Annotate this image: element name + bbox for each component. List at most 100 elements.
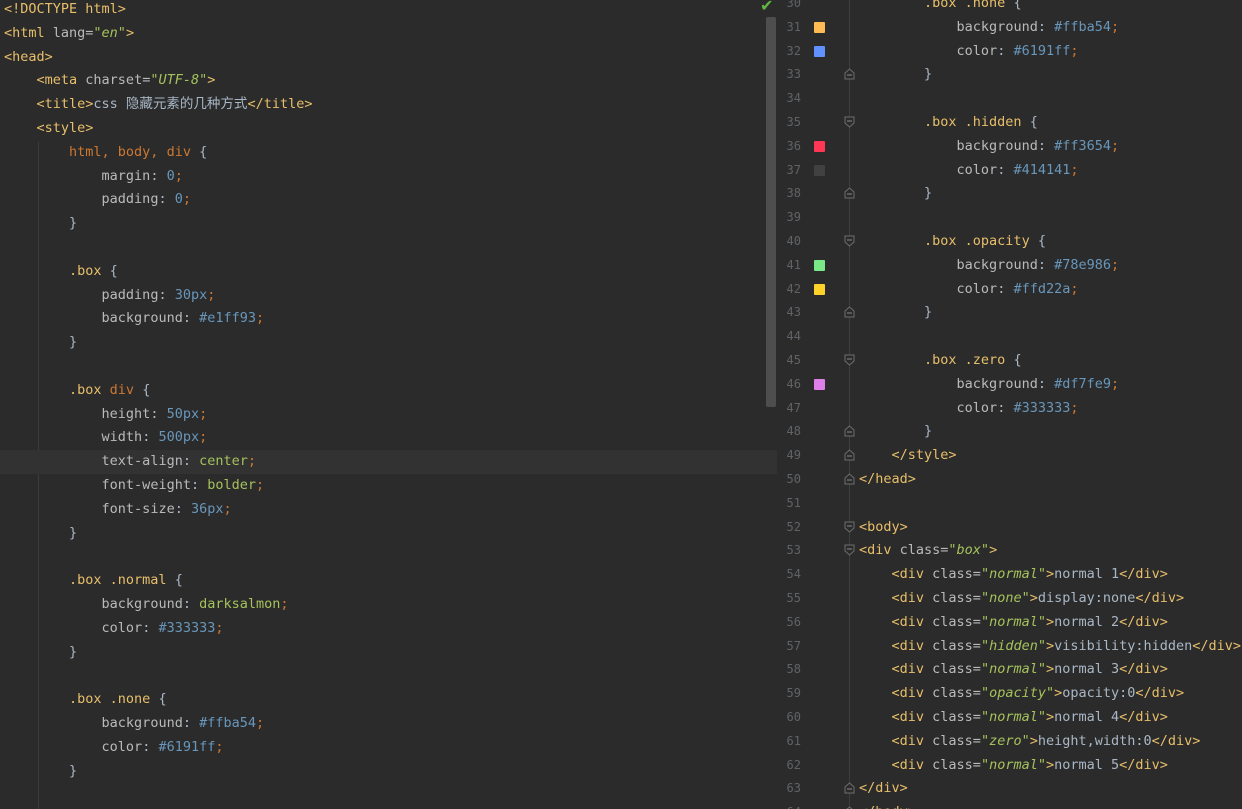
code-text[interactable]: <head> [4,46,53,70]
code-line[interactable]: 40 .box .opacity { [777,230,1242,254]
code-text[interactable]: html, body, div { [4,141,207,165]
code-line[interactable]: 43 } [777,301,1242,325]
code-text[interactable]: } [4,212,77,236]
code-text[interactable]: background: #df7fe9; [859,373,1120,397]
code-text[interactable]: font-weight: bolder; [4,474,265,498]
code-line[interactable]: <style> [0,117,777,141]
color-swatch-icon[interactable] [814,164,825,176]
code-line[interactable]: <meta charset="UTF-8"> [0,69,777,93]
left-editor-pane[interactable]: <!DOCTYPE html> <html lang="en"> <head> <m… [0,0,777,809]
code-line[interactable]: 59 <div class="opacity">opacity:0</div> [777,682,1242,706]
code-line[interactable]: html, body, div { [0,141,777,165]
code-text[interactable]: color: #6191ff; [4,736,224,760]
code-line[interactable]: 63 </div> [777,777,1242,801]
code-text[interactable]: <div class="hidden">visibility:hidden</d… [859,635,1242,659]
code-text[interactable]: background: #ffba54; [4,712,265,736]
code-line[interactable]: 53 <div class="box"> [777,539,1242,563]
code-line[interactable]: .box { [0,260,777,284]
color-swatch-icon[interactable] [814,21,825,33]
code-line[interactable]: } [0,331,777,355]
color-swatch-icon[interactable] [814,283,825,295]
code-text[interactable]: .box .none { [4,688,167,712]
code-line[interactable]: 33 } [777,63,1242,87]
code-line[interactable]: 44 [777,325,1242,349]
code-text[interactable]: </head> [859,468,916,492]
code-line[interactable]: 64 </body> [777,801,1242,809]
code-text[interactable]: height: 50px; [4,403,208,427]
code-line[interactable]: 30 .box .none { [777,0,1242,16]
code-line[interactable]: 31 background: #ffba54; [777,16,1242,40]
fold-expand-icon[interactable] [844,235,855,247]
code-text[interactable]: } [4,641,77,665]
code-line[interactable]: <title>css 隐藏元素的几种方式</title> [0,93,777,117]
fold-collapse-icon[interactable] [844,425,855,437]
fold-collapse-icon[interactable] [844,187,855,199]
code-line[interactable]: font-weight: bolder; [0,474,777,498]
code-line[interactable]: 41 background: #78e986; [777,254,1242,278]
code-text[interactable]: } [4,522,77,546]
code-text[interactable]: background: darksalmon; [4,593,289,617]
code-text[interactable]: padding: 0; [4,188,191,212]
code-line[interactable]: 46 background: #df7fe9; [777,373,1242,397]
code-line[interactable]: 61 <div class="zero">height,width:0</div… [777,730,1242,754]
code-line[interactable]: color: #6191ff; [0,736,777,760]
fold-collapse-icon[interactable] [844,782,855,794]
fold-collapse-icon[interactable] [844,449,855,461]
fold-expand-icon[interactable] [844,521,855,533]
code-line[interactable]: 54 <div class="normal">normal 1</div> [777,563,1242,587]
code-text[interactable]: <div class="normal">normal 3</div> [859,658,1168,682]
code-text[interactable]: } [859,420,932,444]
code-line[interactable]: } [0,760,777,784]
code-line[interactable]: margin: 0; [0,165,777,189]
code-text[interactable]: <div class="normal">normal 5</div> [859,754,1168,778]
code-text[interactable]: <div class="normal">normal 2</div> [859,611,1168,635]
code-text[interactable]: } [859,63,932,87]
fold-collapse-icon[interactable] [844,68,855,80]
code-text[interactable]: background: #ffba54; [859,16,1120,40]
code-line[interactable]: 56 <div class="normal">normal 2</div> [777,611,1242,635]
code-line[interactable]: 42 color: #ffd22a; [777,278,1242,302]
code-line[interactable]: background: darksalmon; [0,593,777,617]
code-line[interactable]: 32 color: #6191ff; [777,40,1242,64]
code-line[interactable]: 35 .box .hidden { [777,111,1242,135]
code-text[interactable]: <body> [859,516,908,540]
code-line[interactable]: 50 </head> [777,468,1242,492]
code-line[interactable] [0,236,777,260]
code-text[interactable]: <div class="zero">height,width:0</div> [859,730,1201,754]
code-line[interactable]: font-size: 36px; [0,498,777,522]
code-text[interactable]: <meta charset="UTF-8"> [4,69,216,93]
code-line[interactable] [0,783,777,807]
code-line[interactable]: 39 [777,206,1242,230]
code-text[interactable]: color: #6191ff; [859,40,1079,64]
code-line[interactable]: } [0,641,777,665]
code-line[interactable]: width: 500px; [0,426,777,450]
code-line[interactable]: } [0,522,777,546]
code-text[interactable]: <div class="box"> [859,539,997,563]
code-line[interactable]: padding: 0; [0,188,777,212]
code-line[interactable]: .box .normal { [0,569,777,593]
code-line[interactable]: <head> [0,46,777,70]
code-text[interactable]: <html lang="en"> [4,22,134,46]
code-text[interactable]: background: #78e986; [859,254,1120,278]
code-text[interactable]: color: #333333; [859,397,1079,421]
vertical-scrollbar[interactable] [766,17,776,407]
code-line[interactable]: 47 color: #333333; [777,397,1242,421]
code-text[interactable]: <div class="none">display:none</div> [859,587,1185,611]
code-line[interactable]: background: #ffba54; [0,712,777,736]
code-line[interactable]: 60 <div class="normal">normal 4</div> [777,706,1242,730]
code-text[interactable]: } [859,182,932,206]
fold-expand-icon[interactable] [844,544,855,557]
code-text[interactable]: .box .opacity { [859,230,1046,254]
fold-collapse-icon[interactable] [844,306,855,318]
code-line[interactable]: 62 <div class="normal">normal 5</div> [777,754,1242,778]
code-text[interactable]: padding: 30px; [4,284,216,308]
code-line[interactable]: 49 </style> [777,444,1242,468]
code-line[interactable]: 38 } [777,182,1242,206]
code-text[interactable]: <div class="normal">normal 1</div> [859,563,1168,587]
code-line[interactable] [0,664,777,688]
code-line[interactable]: color: #333333; [0,617,777,641]
code-text[interactable]: .box .hidden { [859,111,1038,135]
code-line[interactable] [0,355,777,379]
code-text[interactable]: <!DOCTYPE html> [4,0,126,22]
code-text[interactable]: color: #414141; [859,159,1079,183]
